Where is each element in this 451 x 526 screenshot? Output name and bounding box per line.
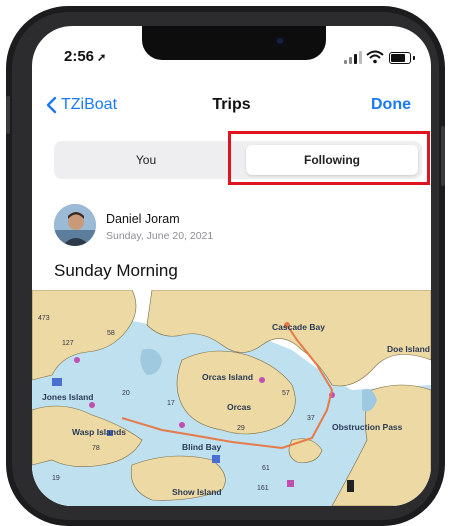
author-name[interactable]: Daniel Joram <box>106 212 180 226</box>
segment-you[interactable]: You <box>54 141 238 179</box>
nautical-chart-map[interactable]: Cascade BayOrcas IslandOrcasDoe IslandSh… <box>32 290 431 506</box>
map-label: Wasp Islands <box>72 427 126 437</box>
back-label: TZiBoat <box>61 96 118 113</box>
map-label: Jones Island <box>42 392 94 402</box>
cellular-signal-icon <box>344 50 362 64</box>
depth-sounding: 61 <box>262 465 270 472</box>
trip-date: Sunday, June 20, 2021 <box>106 230 214 242</box>
avatar-image <box>54 204 96 246</box>
back-chevron-icon <box>46 96 57 114</box>
depth-sounding: 57 <box>282 390 290 397</box>
front-camera <box>275 36 285 46</box>
map-label: Orcas <box>227 402 251 412</box>
trip-title: Sunday Morning <box>54 261 178 280</box>
phone-frame: 2:56 ➚ TZiBoat Trips Done You Following … <box>6 6 445 526</box>
depth-sounding: 58 <box>107 330 115 337</box>
battery-nub <box>413 56 415 60</box>
depth-sounding: 37 <box>307 415 315 422</box>
location-arrow-icon: ➚ <box>97 52 107 64</box>
map-label: Blind Bay <box>182 442 221 452</box>
volume-button <box>6 96 10 134</box>
status-time-text: 2:56 <box>64 48 95 65</box>
done-button[interactable]: Done <box>371 96 411 114</box>
avatar[interactable] <box>54 204 96 246</box>
phone-screen: 2:56 ➚ TZiBoat Trips Done You Following … <box>32 26 431 506</box>
depth-sounding: 19 <box>52 475 60 482</box>
map-label: Doe Island <box>387 344 430 354</box>
wifi-icon <box>366 50 384 64</box>
trips-segmented-control: You Following <box>54 141 422 179</box>
map-label: Obstruction Pass <box>332 422 403 432</box>
depth-sounding: 17 <box>167 400 175 407</box>
notch <box>142 26 326 60</box>
battery-icon <box>389 52 411 64</box>
segment-following[interactable]: Following <box>246 145 418 175</box>
depth-sounding: 29 <box>237 425 245 432</box>
power-button <box>441 126 445 186</box>
back-button[interactable]: TZiBoat <box>46 96 117 114</box>
depth-sounding: 127 <box>62 340 74 347</box>
depth-sounding: 78 <box>92 445 100 452</box>
map-label: Cascade Bay <box>272 322 325 332</box>
depth-sounding: 20 <box>122 390 130 397</box>
depth-sounding: 473 <box>38 315 50 322</box>
status-time: 2:56 ➚ <box>64 48 106 65</box>
map-label: Orcas Island <box>202 372 253 382</box>
